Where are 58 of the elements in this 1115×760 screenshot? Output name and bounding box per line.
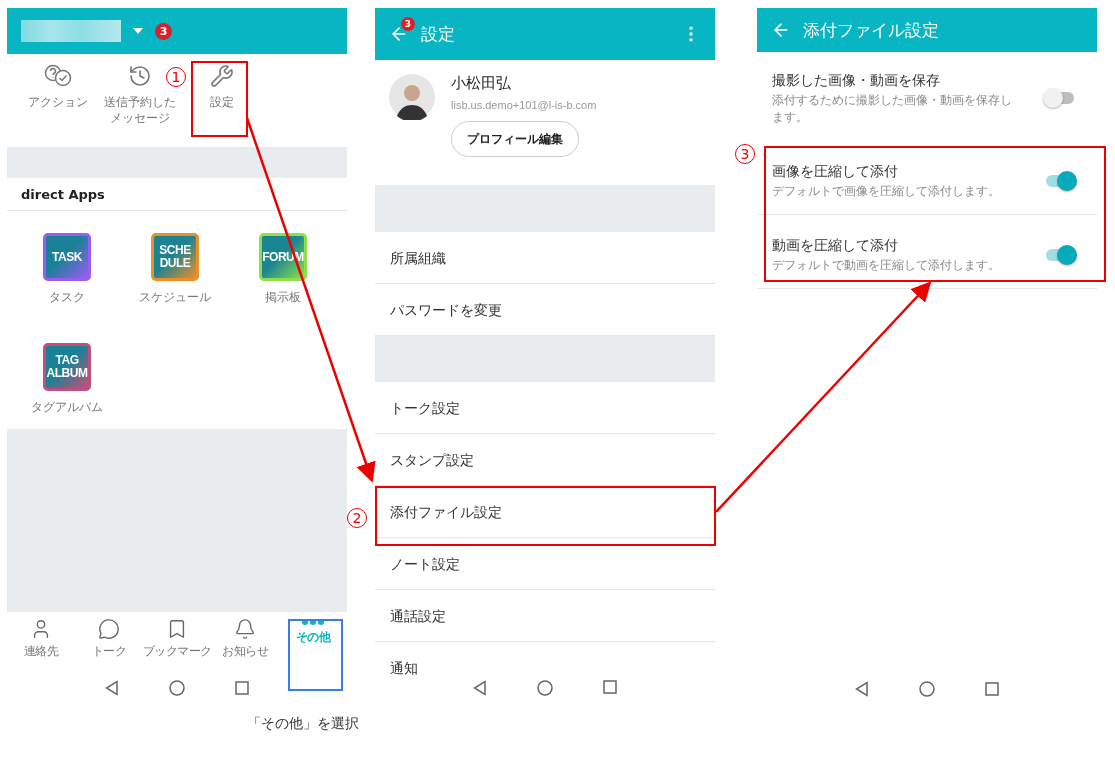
nav-tab[interactable]: その他 xyxy=(279,618,347,670)
app-label: タグアルバム xyxy=(31,399,103,415)
option-title: 画像を圧縮して添付 xyxy=(772,162,899,181)
nav-tab[interactable]: 連絡先 xyxy=(7,618,75,670)
action-label[interactable]: アクション xyxy=(28,94,88,110)
wrench-icon xyxy=(210,64,234,88)
nav-tab[interactable]: トーク xyxy=(75,618,143,670)
app-label: スケジュール xyxy=(139,289,211,305)
back-icon[interactable] xyxy=(473,680,487,696)
nav-tab[interactable]: お知らせ xyxy=(211,618,279,670)
recents-icon[interactable] xyxy=(235,680,249,695)
app-label: タスク xyxy=(49,289,85,305)
recents-icon[interactable] xyxy=(985,681,999,696)
step-number: 3 xyxy=(735,144,755,164)
chat-bubble-icon xyxy=(98,618,120,640)
recents-icon[interactable] xyxy=(603,680,617,694)
option-description: デフォルトで画像を圧縮して添付します。 xyxy=(772,183,1001,200)
option-title: 撮影した画像・動画を保存 xyxy=(772,71,941,90)
screen-title: 設定 xyxy=(421,22,456,46)
action-label[interactable]: メッセージ xyxy=(110,110,170,126)
home-icon[interactable] xyxy=(169,679,185,696)
help-check-icon xyxy=(43,64,73,88)
option-title: 動画を圧縮して添付 xyxy=(772,236,899,255)
app-tile[interactable]: TASK xyxy=(43,233,91,281)
settings-item[interactable]: スタンプ設定 xyxy=(375,434,715,486)
caret-icon[interactable] xyxy=(133,28,143,34)
app-tile[interactable]: SCHE DULE xyxy=(151,233,199,281)
back-icon[interactable] xyxy=(105,679,119,696)
caption: 「その他」を選択 xyxy=(247,715,359,733)
profile-email: lisb.us.demo+101@l-is-b.com xyxy=(451,99,597,111)
settings-item[interactable]: トーク設定 xyxy=(375,382,715,434)
back-icon[interactable] xyxy=(855,680,869,697)
nav-tab[interactable]: ブックマーク xyxy=(143,618,211,670)
settings-item[interactable]: 所属組織 xyxy=(375,232,715,284)
settings-item[interactable]: ノート設定 xyxy=(375,538,715,590)
notification-badge: 3 xyxy=(401,17,415,31)
option-description: 添付するために撮影した画像・動画を保存します。 xyxy=(772,92,1013,126)
notification-badge: 3 xyxy=(155,22,172,40)
avatar xyxy=(389,74,435,120)
profile-name: 小松田弘 xyxy=(451,74,512,93)
highlight-frame xyxy=(288,619,343,691)
action-label[interactable]: 送信予約した xyxy=(104,94,176,110)
more-dots-icon xyxy=(301,618,325,626)
option-description: デフォルトで動画を圧縮して添付します。 xyxy=(772,257,1001,274)
app-label: 掲示板 xyxy=(265,289,301,305)
screen-title: 添付ファイル設定 xyxy=(803,18,940,42)
clock-icon xyxy=(128,64,152,88)
app-tile[interactable]: TAG ALBUM xyxy=(43,343,91,391)
home-icon[interactable] xyxy=(537,680,553,696)
section-title: direct Apps xyxy=(7,178,347,211)
settings-item[interactable]: 通知 xyxy=(375,642,715,680)
action-label[interactable]: 設定 xyxy=(210,94,234,110)
edit-profile-button[interactable]: プロフィール編集 xyxy=(451,121,579,157)
settings-item[interactable]: 添付ファイル設定 xyxy=(375,486,715,538)
settings-item[interactable]: 通話設定 xyxy=(375,590,715,642)
step-number: 2 xyxy=(347,508,367,528)
bell-icon xyxy=(234,618,256,640)
home-icon[interactable] xyxy=(919,680,935,697)
